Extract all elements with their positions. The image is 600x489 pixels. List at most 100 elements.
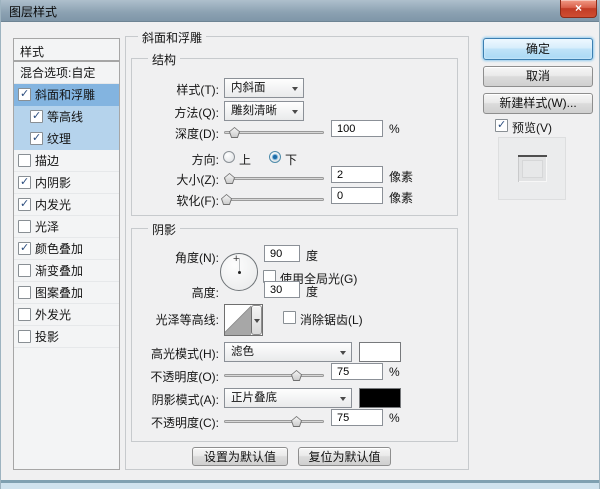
sidebar-item[interactable]: 颜色叠加 xyxy=(14,238,119,260)
direction-up-label: 上 xyxy=(239,153,252,167)
size-label: 大小(Z): xyxy=(176,173,219,187)
close-icon: × xyxy=(574,1,582,15)
shadow-opacity-thumb[interactable] xyxy=(291,416,302,427)
styles-list: 混合选项:自定斜面和浮雕等高线纹理描边内阴影内发光光泽颜色叠加渐变叠加图案叠加外… xyxy=(13,61,120,470)
close-button[interactable]: × xyxy=(560,0,597,18)
contour-dropdown-button[interactable] xyxy=(251,305,262,335)
style-checkbox[interactable] xyxy=(18,87,31,101)
window-frame-fill xyxy=(1,483,599,489)
cancel-button[interactable]: 取消 xyxy=(483,66,593,87)
sidebar-item[interactable]: 外发光 xyxy=(14,304,119,326)
new-style-button[interactable]: 新建样式(W)... xyxy=(483,93,593,114)
sidebar-item-label: 光泽 xyxy=(35,220,60,234)
bevel-style-dropdown[interactable]: 内斜面 xyxy=(224,78,304,98)
shadow-mode-value: 正片叠底 xyxy=(231,392,277,404)
gloss-contour-picker[interactable] xyxy=(224,304,263,336)
soften-slider-thumb[interactable] xyxy=(221,194,232,205)
style-checkbox[interactable] xyxy=(18,241,31,255)
size-slider[interactable] xyxy=(224,173,324,184)
sidebar-item-label: 纹理 xyxy=(47,132,72,146)
sidebar-item-label: 等高线 xyxy=(47,110,84,124)
altitude-label: 高度: xyxy=(191,286,219,300)
altitude-unit: 度 xyxy=(306,285,319,299)
angle-dial[interactable]: + xyxy=(220,253,258,291)
highlight-opacity-slider[interactable] xyxy=(224,370,324,381)
reset-default-button[interactable]: 复位为默认值 xyxy=(298,447,391,466)
angle-unit: 度 xyxy=(306,249,319,263)
depth-slider[interactable] xyxy=(224,127,324,138)
chevron-down-icon xyxy=(340,351,346,355)
style-checkbox[interactable] xyxy=(18,330,31,343)
sidebar-item[interactable]: 等高线 xyxy=(14,106,119,128)
bevel-emboss-title: 斜面和浮雕 xyxy=(138,29,207,46)
sidebar-item[interactable]: 光泽 xyxy=(14,216,119,238)
slider-track xyxy=(224,177,324,180)
style-checkbox[interactable] xyxy=(30,109,43,123)
shadow-color-swatch[interactable] xyxy=(359,388,401,408)
sidebar-item[interactable]: 内阴影 xyxy=(14,172,119,194)
set-default-button[interactable]: 设置为默认值 xyxy=(192,447,288,466)
depth-input[interactable] xyxy=(331,120,383,137)
direction-up-radio[interactable] xyxy=(223,151,235,163)
window-title: 图层样式 xyxy=(9,5,58,19)
shadow-mode-dropdown[interactable]: 正片叠底 xyxy=(224,388,352,408)
soften-unit: 像素 xyxy=(389,191,414,205)
ok-button[interactable]: 确定 xyxy=(483,38,593,60)
style-checkbox[interactable] xyxy=(18,308,31,321)
soften-slider[interactable] xyxy=(221,194,324,205)
technique-value: 雕刻清晰 xyxy=(231,105,277,117)
direction-label: 方向: xyxy=(191,153,219,167)
sidebar-item[interactable]: 图案叠加 xyxy=(14,282,119,304)
styles-header-box: 样式 xyxy=(13,38,120,61)
sidebar-item-label: 内阴影 xyxy=(35,176,72,190)
crosshair-icon: + xyxy=(233,253,240,265)
highlight-opacity-thumb[interactable] xyxy=(291,370,302,381)
soften-input[interactable] xyxy=(331,187,383,204)
depth-label: 深度(D): xyxy=(175,127,219,141)
styles-header-label: 样式 xyxy=(20,45,45,59)
highlight-mode-value: 滤色 xyxy=(231,346,254,358)
contour-thumbnail xyxy=(225,305,251,335)
style-checkbox[interactable] xyxy=(18,286,31,299)
style-checkbox[interactable] xyxy=(18,220,31,233)
gloss-contour-label: 光泽等高线: xyxy=(155,313,219,327)
sidebar-item[interactable]: 混合选项:自定 xyxy=(14,62,119,84)
highlight-color-swatch[interactable] xyxy=(359,342,401,362)
sidebar-item-label: 描边 xyxy=(35,154,60,168)
style-checkbox[interactable] xyxy=(18,175,31,189)
preview-checkbox[interactable] xyxy=(495,118,508,132)
style-checkbox[interactable] xyxy=(18,154,31,167)
sidebar-item[interactable]: 内发光 xyxy=(14,194,119,216)
direction-down-radio[interactable] xyxy=(269,151,281,163)
technique-dropdown[interactable]: 雕刻清晰 xyxy=(224,101,304,121)
technique-label: 方法(Q): xyxy=(174,106,219,120)
shading-title: 阴影 xyxy=(148,221,181,238)
anti-alias-checkbox[interactable] xyxy=(283,311,296,324)
sidebar-item-label: 混合选项:自定 xyxy=(20,66,96,80)
highlight-opacity-input[interactable] xyxy=(331,363,383,380)
shadow-opacity-input[interactable] xyxy=(331,409,383,426)
sidebar-item[interactable]: 斜面和浮雕 xyxy=(14,84,119,106)
chevron-down-icon xyxy=(292,87,298,91)
soften-label: 软化(F): xyxy=(176,194,219,208)
shadow-opacity-label: 不透明度(C): xyxy=(151,416,219,430)
style-checkbox[interactable] xyxy=(30,131,43,145)
title-bar[interactable]: 图层样式 xyxy=(1,0,599,22)
depth-slider-thumb[interactable] xyxy=(229,127,240,138)
highlight-mode-dropdown[interactable]: 滤色 xyxy=(224,342,352,362)
style-checkbox[interactable] xyxy=(18,197,31,211)
sidebar-item[interactable]: 描边 xyxy=(14,150,119,172)
sidebar-item[interactable]: 纹理 xyxy=(14,128,119,150)
preview-label: 预览(V) xyxy=(512,121,552,135)
bevel-style-value: 内斜面 xyxy=(231,82,266,94)
sidebar-item[interactable]: 投影 xyxy=(14,326,119,348)
style-checkbox[interactable] xyxy=(18,264,31,277)
altitude-input[interactable] xyxy=(264,281,300,298)
angle-input[interactable] xyxy=(264,245,300,262)
sidebar-item[interactable]: 渐变叠加 xyxy=(14,260,119,282)
size-input[interactable] xyxy=(331,166,383,183)
shadow-opacity-slider[interactable] xyxy=(224,416,324,427)
sidebar-item-label: 渐变叠加 xyxy=(35,264,84,278)
size-unit: 像素 xyxy=(389,170,414,184)
size-slider-thumb[interactable] xyxy=(224,173,235,184)
